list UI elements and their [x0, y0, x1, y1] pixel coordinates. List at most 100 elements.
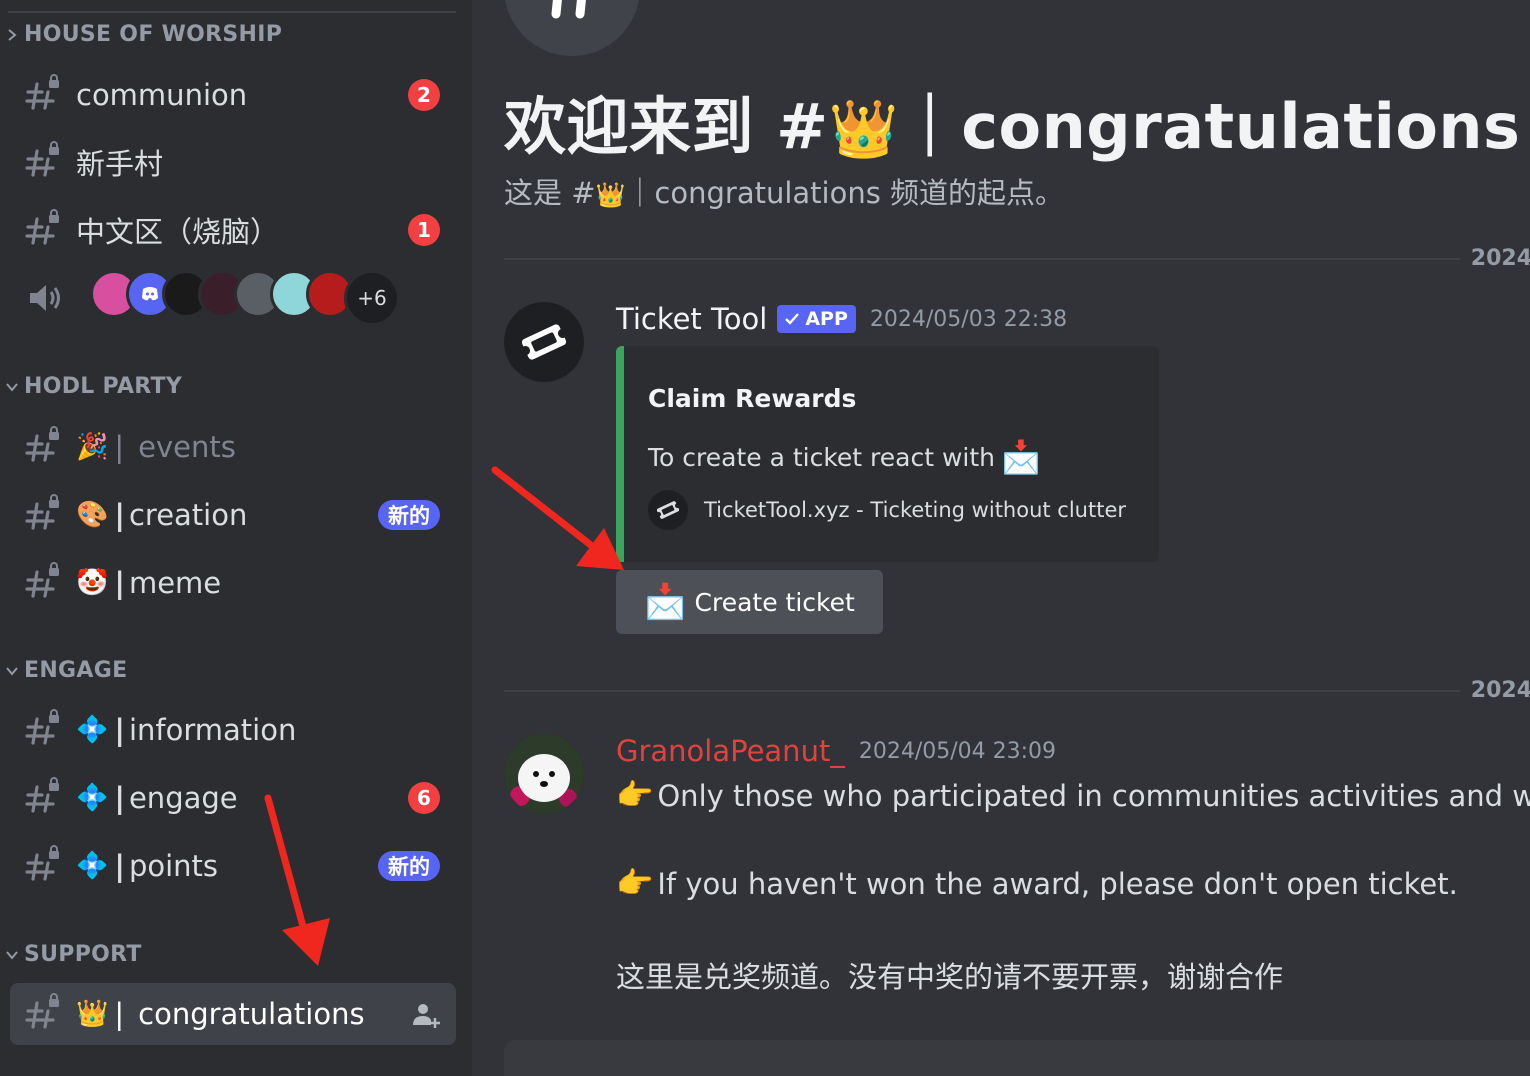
- message-timestamp[interactable]: 2024/05/03 22:38: [870, 307, 1067, 332]
- separator: |: [114, 997, 125, 1031]
- embed-description-text: To create a ticket react with: [648, 442, 996, 472]
- chevron-down-icon: [0, 943, 24, 967]
- author-name[interactable]: Ticket Tool: [616, 302, 767, 336]
- channel-creation[interactable]: 🎨 | creation 新的: [10, 484, 456, 546]
- hash-lock-icon: [24, 494, 66, 536]
- more-members-count[interactable]: +6: [344, 270, 400, 326]
- date-divider: [504, 690, 1460, 692]
- channel-name-group: 💠 | information: [76, 713, 296, 747]
- chat-area: 欢迎来到 #👑｜congratulations！ 这是 #👑 ｜congratul…: [472, 0, 1530, 1076]
- channel-name-group: 🎨 | creation: [76, 498, 247, 532]
- crown-icon: 👑: [595, 181, 626, 209]
- channel-name-group: 💠 | engage: [76, 781, 238, 815]
- speaker-icon: [30, 285, 60, 311]
- diamond-icon: 💠: [76, 715, 109, 745]
- subline-prefix: 这是 #: [504, 176, 596, 210]
- clown-icon: 🤡: [76, 568, 109, 598]
- separator: |: [114, 713, 125, 747]
- app-badge-label: APP: [805, 308, 848, 330]
- message-line: 👉 Only those who participated in communi…: [616, 778, 1530, 813]
- message-input-box[interactable]: [504, 1040, 1530, 1076]
- separator: |: [114, 849, 125, 883]
- chevron-down-icon: [0, 375, 24, 399]
- hash-lock-icon: [24, 74, 66, 116]
- diamond-icon: 💠: [76, 783, 109, 813]
- envelope-icon: 📩: [1001, 438, 1041, 476]
- category-support[interactable]: SUPPORT: [0, 942, 142, 967]
- channel-meme[interactable]: 🤡 | meme: [10, 552, 456, 614]
- hash-lock-icon: [24, 426, 66, 468]
- embed-description: To create a ticket react with 📩: [648, 438, 1041, 476]
- hash-lock-icon: [24, 993, 66, 1035]
- create-ticket-label: Create ticket: [694, 587, 855, 617]
- channel-name: meme: [128, 566, 222, 600]
- channel-chinese[interactable]: 中文区（烧脑） 1: [10, 199, 456, 261]
- welcome-prefix: 欢迎来到 #: [504, 90, 829, 163]
- date-divider: [504, 258, 1460, 260]
- channel-points[interactable]: 💠 | points 新的: [10, 835, 456, 897]
- category-house-of-worship[interactable]: HOUSE OF WORSHIP: [0, 22, 282, 47]
- embed-card: Claim Rewards To create a ticket react w…: [616, 346, 1159, 562]
- message-text: Only those who participated in communiti…: [657, 778, 1530, 813]
- chevron-down-icon: [0, 659, 24, 683]
- unread-badge: 2: [408, 79, 440, 111]
- message-text: If you haven't won the award, please don…: [657, 866, 1458, 901]
- hash-lock-icon: [24, 141, 66, 183]
- create-ticket-button[interactable]: 📩 Create ticket: [616, 570, 883, 634]
- divider: [8, 11, 456, 13]
- hash-lock-icon: [24, 845, 66, 887]
- ticket-icon: [648, 490, 688, 530]
- channel-congratulations[interactable]: 👑 | congratulations: [10, 983, 456, 1045]
- category-label: ENGAGE: [24, 658, 128, 683]
- channel-name: engage: [128, 781, 238, 815]
- hash-lock-icon: [24, 209, 66, 251]
- granola-avatar[interactable]: [504, 734, 584, 814]
- welcome-title: 欢迎来到 #👑｜congratulations！: [504, 76, 1530, 166]
- message-timestamp[interactable]: 2024/05/04 23:09: [859, 739, 1056, 764]
- embed-footer-text: TicketTool.xyz - Ticketing without clutt…: [704, 498, 1127, 522]
- ticket-tool-avatar[interactable]: [504, 302, 584, 382]
- category-engage[interactable]: ENGAGE: [0, 658, 127, 683]
- date-divider-label: 2024: [1460, 678, 1530, 703]
- welcome-suffix: ｜congratulations！: [898, 90, 1530, 163]
- channel-name: events: [138, 430, 236, 464]
- category-hodl-party[interactable]: HODL PARTY: [0, 374, 182, 399]
- palette-icon: 🎨: [76, 500, 109, 530]
- ticket-icon: [520, 324, 568, 360]
- channel-name: creation: [128, 498, 248, 532]
- channel-name-group: 🎉 | events: [76, 430, 236, 464]
- channel-newbie[interactable]: 新手村: [10, 131, 456, 193]
- party-icon: 🎉: [76, 432, 109, 462]
- message-header: GranolaPeanut_ 2024/05/04 23:09: [616, 734, 1056, 768]
- hash-lock-icon: [24, 777, 66, 819]
- channel-events[interactable]: 🎉 | events: [10, 416, 456, 478]
- author-name[interactable]: GranolaPeanut_: [616, 734, 845, 768]
- embed-footer: TicketTool.xyz - Ticketing without clutt…: [648, 490, 1126, 530]
- channel-information[interactable]: 💠 | information: [10, 699, 456, 761]
- channel-name: 中文区（烧脑）: [76, 215, 280, 249]
- add-member-icon[interactable]: [410, 999, 442, 1031]
- channel-communion[interactable]: communion 2: [10, 64, 456, 126]
- unread-badge: 6: [408, 782, 440, 814]
- crown-icon: 👑: [76, 999, 109, 1029]
- channel-hash-icon: [504, 0, 640, 56]
- message-text: 这里是兑奖频道。没有中奖的请不要开票，谢谢合作: [616, 960, 1284, 994]
- channel-name: congratulations: [138, 997, 365, 1031]
- channel-engage[interactable]: 💠 | engage 6: [10, 767, 456, 829]
- category-label: HODL PARTY: [24, 374, 183, 399]
- unread-badge: 1: [408, 214, 440, 246]
- diamond-icon: 💠: [76, 851, 109, 881]
- voice-channel-members[interactable]: +6: [10, 268, 456, 328]
- separator: |: [114, 430, 125, 464]
- pointing-hand-icon: 👉: [616, 866, 654, 901]
- channel-name: communion: [76, 78, 248, 112]
- message-header: Ticket Tool APP 2024/05/03 22:38: [616, 302, 1067, 336]
- app-badge: APP: [777, 305, 856, 333]
- category-label: SUPPORT: [24, 942, 142, 967]
- channel-name: points: [128, 849, 219, 883]
- dog-avatar-image: [504, 734, 584, 814]
- channel-name: 新手村: [76, 147, 164, 181]
- message-line: 👉 If you haven't won the award, please d…: [616, 866, 1458, 901]
- separator: |: [114, 498, 125, 532]
- channel-name: information: [128, 713, 297, 747]
